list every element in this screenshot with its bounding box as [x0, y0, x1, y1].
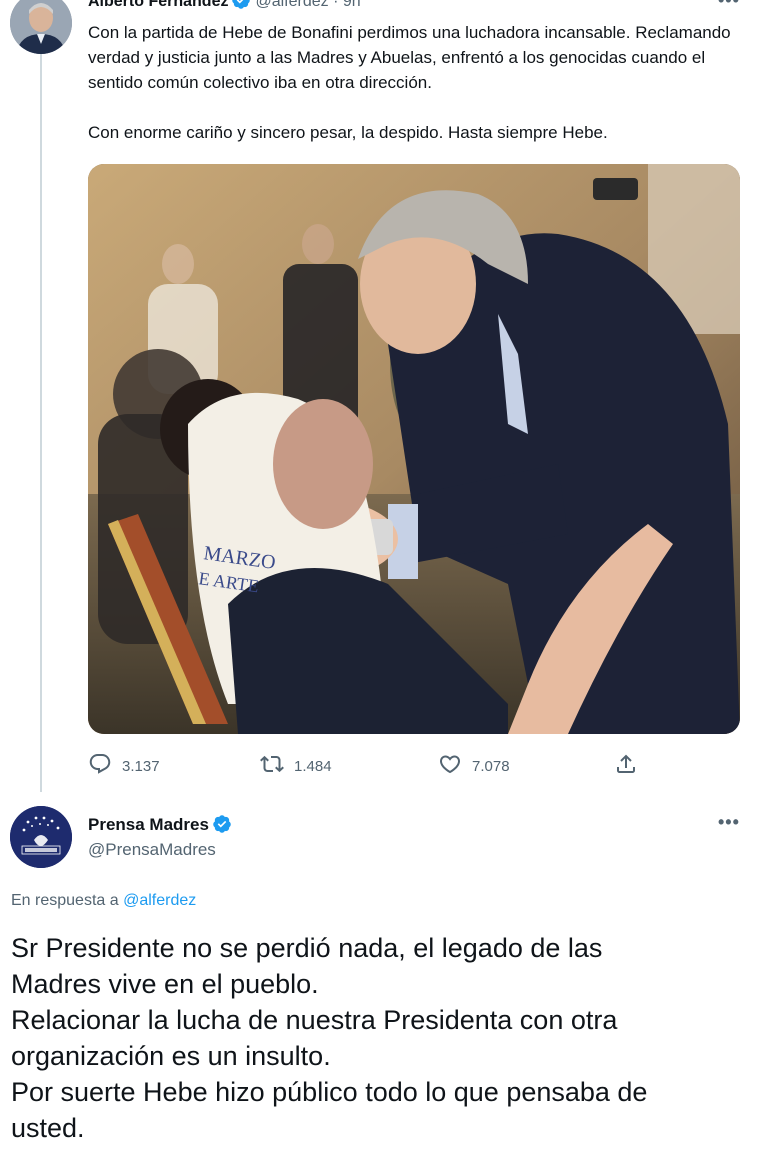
- avatar-prensa-madres[interactable]: [10, 806, 72, 868]
- reply-button[interactable]: 3.137: [88, 752, 160, 780]
- reply-target-link[interactable]: @alferdez: [123, 892, 196, 909]
- retweet-button[interactable]: 1.484: [260, 752, 332, 780]
- tweet2-text: Sr Presidente no se perdió nada, el lega…: [11, 930, 751, 1146]
- tweet2-line: usted.: [11, 1113, 85, 1143]
- thread-line: [40, 52, 42, 792]
- heart-icon: [438, 752, 462, 780]
- tweet2-line: Sr Presidente no se perdió nada, el lega…: [11, 933, 603, 963]
- author-handle[interactable]: @alferdez: [255, 0, 328, 10]
- avatar-alberto[interactable]: [10, 0, 72, 54]
- retweet-icon: [260, 752, 284, 780]
- tweet-photo[interactable]: MARZO E ARTE: [88, 164, 740, 734]
- tweet2-line: Madres vive en el pueblo.: [11, 969, 319, 999]
- reply-prefix: En respuesta a: [11, 892, 119, 909]
- share-icon: [614, 752, 638, 780]
- tweet2-line: organización es un insulto.: [11, 1041, 331, 1071]
- verified-badge-icon: [231, 0, 251, 10]
- like-count: 7.078: [472, 757, 510, 775]
- tweet2-header: Prensa Madres: [88, 814, 236, 835]
- share-button[interactable]: [614, 752, 638, 780]
- tweet1-paragraph: Con la partida de Hebe de Bonafini perdi…: [88, 23, 731, 92]
- tweet1-text: Con la partida de Hebe de Bonafini perdi…: [88, 20, 748, 145]
- tweet1-header: Alberto Fernández @alferdez · 9h: [88, 0, 361, 12]
- author-name[interactable]: Prensa Madres: [88, 815, 209, 834]
- reply-icon: [88, 752, 112, 780]
- retweet-count: 1.484: [294, 757, 332, 775]
- more-options-icon[interactable]: •••: [718, 812, 740, 833]
- tweet2-line: Por suerte Hebe hizo público todo lo que…: [11, 1077, 648, 1107]
- tweet1-paragraph: Con enorme cariño y sincero pesar, la de…: [88, 123, 608, 142]
- tweet-timestamp[interactable]: · 9h: [333, 0, 361, 10]
- reply-count: 3.137: [122, 757, 160, 775]
- reply-context: En respuesta a @alferdez: [11, 892, 196, 910]
- author-handle[interactable]: @PrensaMadres: [88, 840, 216, 860]
- tweet2-line: Relacionar la lucha de nuestra President…: [11, 1005, 618, 1035]
- like-button[interactable]: 7.078: [438, 752, 510, 780]
- verified-badge-icon: [212, 814, 232, 834]
- more-options-icon[interactable]: •••: [718, 0, 740, 11]
- author-name[interactable]: Alberto Fernández: [88, 0, 228, 10]
